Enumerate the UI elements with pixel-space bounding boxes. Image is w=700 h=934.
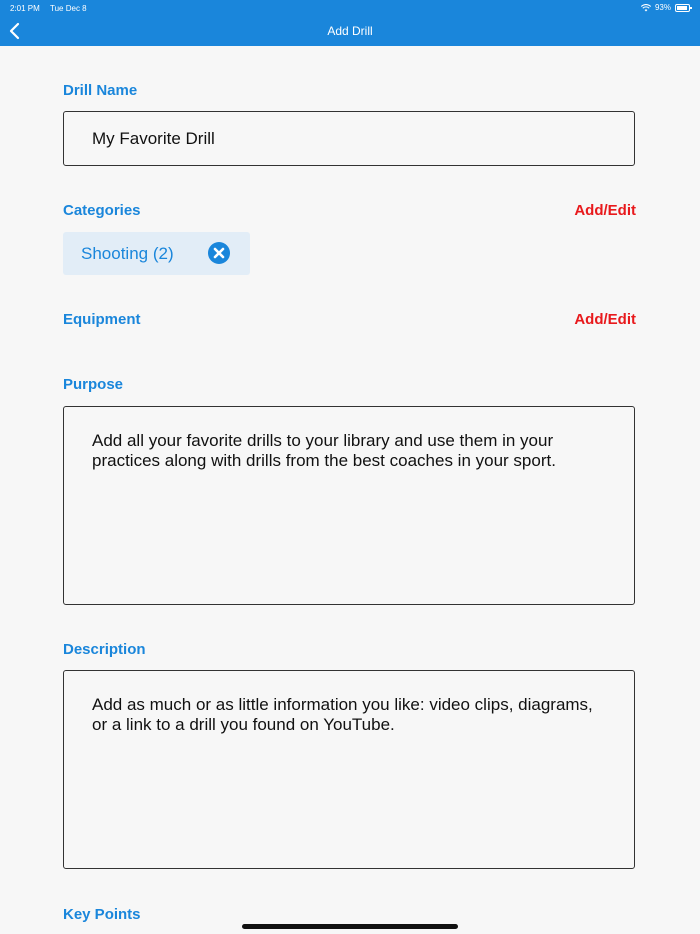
drill-name-input[interactable]: My Favorite Drill [63,111,635,166]
wifi-icon [640,3,651,11]
category-chip-label: Shooting (2) [81,243,174,263]
categories-label: Categories [63,202,141,219]
category-chip[interactable]: Shooting (2) [63,232,250,275]
purpose-textarea[interactable]: Add all your favorite drills to your lib… [63,406,635,605]
drill-name-value: My Favorite Drill [92,129,215,148]
page-title: Add Drill [327,24,373,38]
description-value: Add as much or as little information you… [92,695,593,734]
purpose-value: Add all your favorite drills to your lib… [92,431,556,470]
purpose-label: Purpose [63,376,124,393]
key-points-label: Key Points [63,906,141,923]
battery-icon [675,3,692,12]
equipment-label: Equipment [63,311,141,328]
close-circle-icon[interactable] [208,242,230,264]
status-bar: 2:01 PM Tue Dec 8 93% [0,0,700,16]
description-label: Description [63,641,146,658]
nav-bar: Add Drill [0,16,700,46]
status-date: Tue Dec 8 [50,4,87,13]
status-time: 2:01 PM [10,4,40,13]
status-right: 93% [640,3,692,12]
description-textarea[interactable]: Add as much or as little information you… [63,670,635,869]
categories-add-edit-button[interactable]: Add/Edit [574,202,636,219]
home-indicator [242,924,458,929]
drill-name-label: Drill Name [63,82,138,99]
equipment-add-edit-button[interactable]: Add/Edit [574,311,636,328]
battery-percent: 93% [654,3,671,12]
